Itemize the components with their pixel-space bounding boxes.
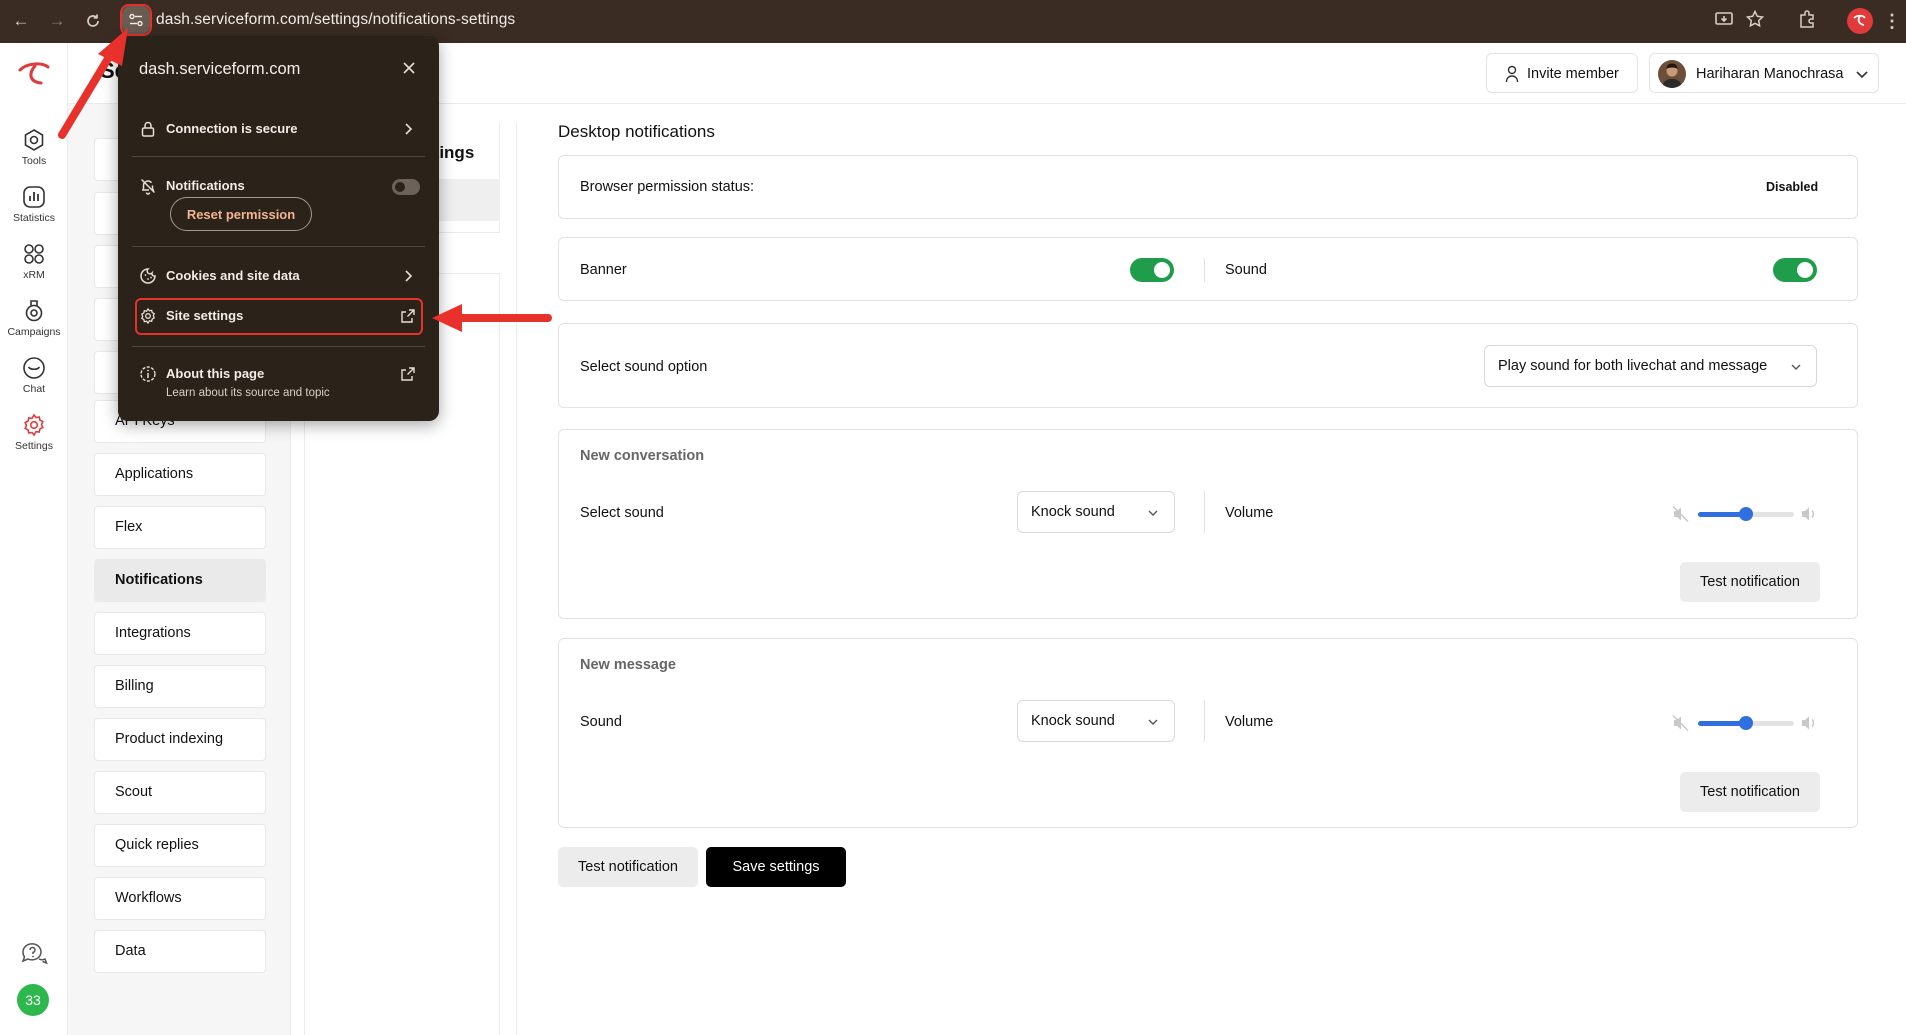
arrow-to-site-info <box>58 28 128 139</box>
annotation-arrows <box>58 28 552 332</box>
arrow-to-site-settings <box>432 304 552 332</box>
